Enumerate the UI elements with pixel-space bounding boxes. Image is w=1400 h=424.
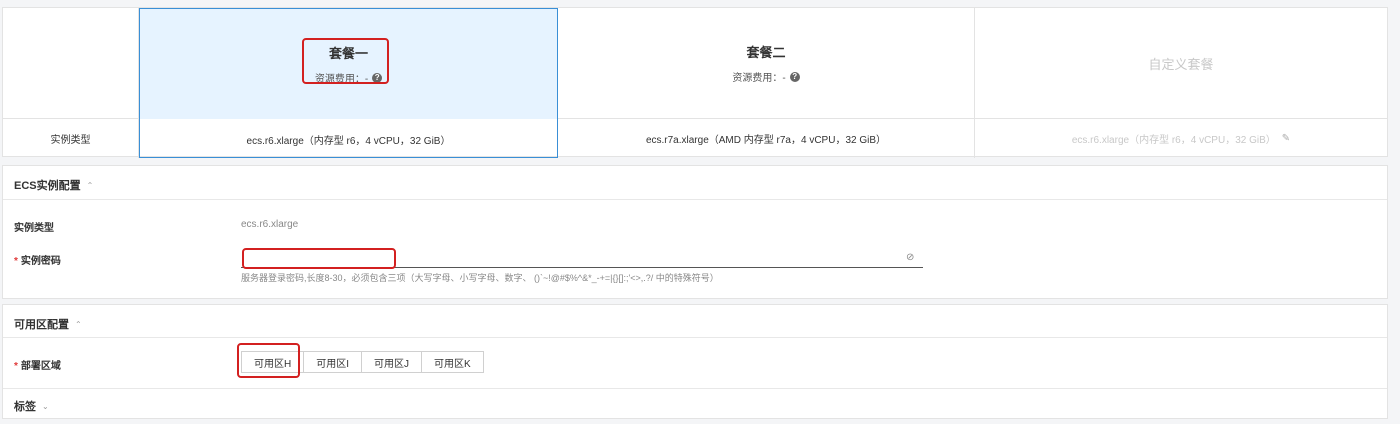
plan-table: 实例类型 套餐一 资源费用：- ? ecs.r6.xlarge（内存型 r6，4…: [2, 7, 1388, 158]
zone-i-button[interactable]: 可用区I: [303, 351, 363, 373]
chevron-up-icon[interactable]: ⌃: [75, 320, 82, 329]
highlight-box-password: [242, 248, 396, 269]
zone-section-title[interactable]: 可用区配置 ⌃: [14, 316, 82, 332]
plan-2-name: 套餐二: [746, 45, 786, 60]
chevron-down-icon[interactable]: ⌄: [42, 402, 49, 411]
plan-1-instance: ecs.r6.xlarge（内存型 r6，4 vCPU，32 GiB）: [246, 136, 451, 147]
page: 实例类型 套餐一 资源费用：- ? ecs.r6.xlarge（内存型 r6，4…: [0, 0, 1400, 424]
instance-type-row-label: 实例类型: [50, 135, 91, 146]
password-label: * 实例密码: [14, 256, 61, 267]
zone-k-button[interactable]: 可用区K: [421, 351, 484, 373]
tags-section-title[interactable]: 标签 ⌄: [14, 398, 49, 414]
ecs-config-section: ECS实例配置 ⌃ 实例类型 ecs.r6.xlarge * 实例密码 ⊘ 服务器…: [2, 165, 1388, 299]
instance-type-label: 实例类型: [14, 223, 54, 234]
zone-j-button[interactable]: 可用区J: [361, 351, 423, 373]
eye-off-icon[interactable]: ⊘: [906, 252, 914, 263]
password-hint: 服务器登录密码,长度8-30，必须包含三项（大写字母、小写字母、数字、 ()`~…: [241, 273, 719, 283]
plan-card-custom[interactable]: 自定义套餐 ecs.r6.xlarge（内存型 r6，4 vCPU，32 GiB…: [975, 8, 1387, 158]
plan-2-fee: 资源费用：- ?: [732, 69, 800, 84]
divider: [3, 388, 1387, 389]
zone-config-section: 可用区配置 ⌃ * 部署区域 可用区H 可用区I 可用区J 可用区K 标签 ⌄: [2, 304, 1388, 419]
plan-label-column: 实例类型: [3, 8, 139, 158]
instance-type-value: ecs.r6.xlarge: [241, 219, 299, 230]
plan-2-instance: ecs.r7a.xlarge（AMD 内存型 r7a，4 vCPU，32 GiB…: [645, 135, 887, 146]
required-asterisk: *: [14, 361, 18, 372]
highlight-box-zone: [237, 343, 300, 378]
divider: [3, 199, 1387, 200]
plan-custom-instance: ecs.r6.xlarge（内存型 r6，4 vCPU，32 GiB） ✎: [1071, 133, 1291, 146]
plan-card-2[interactable]: 套餐二 资源费用：- ? ecs.r7a.xlarge（AMD 内存型 r7a，…: [558, 8, 975, 158]
help-icon[interactable]: ?: [789, 71, 800, 82]
chevron-up-icon[interactable]: ⌃: [87, 181, 94, 190]
edit-icon[interactable]: ✎: [1282, 133, 1290, 144]
ecs-section-title[interactable]: ECS实例配置 ⌃: [14, 177, 93, 193]
plan-custom-name: 自定义套餐: [1148, 56, 1214, 72]
divider: [3, 337, 1387, 338]
highlight-box-plan1: [302, 38, 389, 84]
deploy-zone-label: * 部署区域: [14, 361, 61, 372]
required-asterisk: *: [14, 256, 18, 267]
